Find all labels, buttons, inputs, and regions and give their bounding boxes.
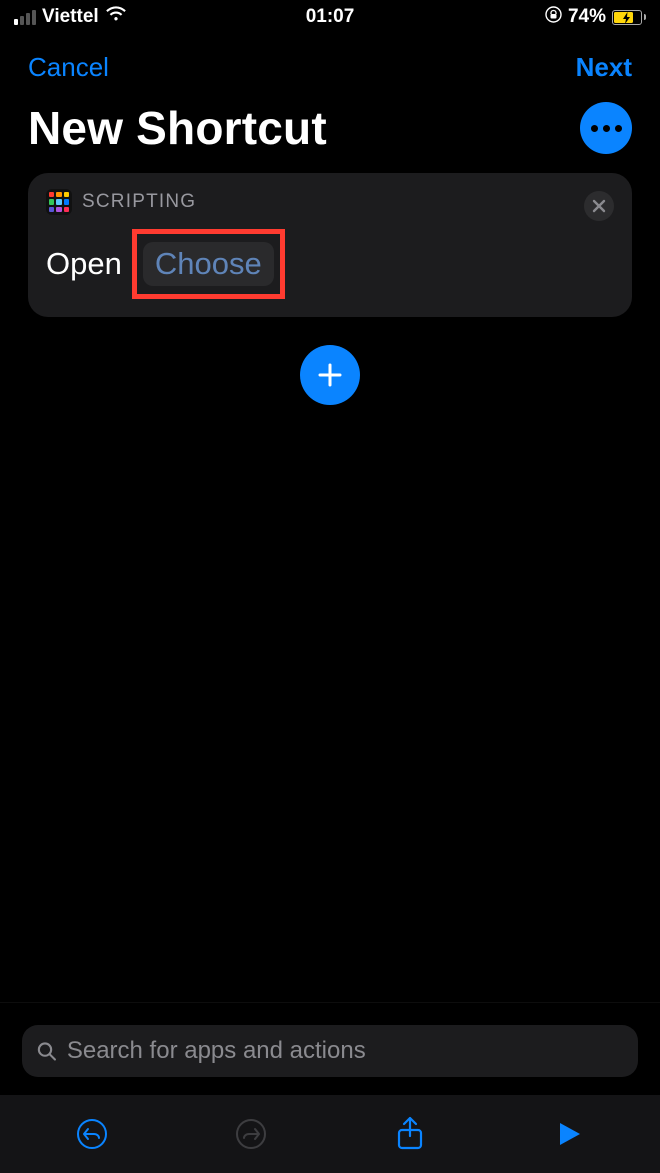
battery-percent: 74%: [568, 6, 606, 28]
cancel-button[interactable]: Cancel: [28, 52, 109, 83]
clock: 01:07: [306, 6, 355, 28]
action-category-label: SCRIPTING: [82, 191, 196, 213]
highlight-annotation: Choose: [132, 229, 285, 299]
status-left: Viettel: [14, 6, 127, 28]
page-title: New Shortcut: [28, 101, 327, 155]
title-row: New Shortcut: [0, 91, 660, 173]
search-input[interactable]: [67, 1037, 624, 1065]
share-button[interactable]: [385, 1109, 435, 1159]
action-verb: Open: [46, 246, 122, 282]
run-button[interactable]: [544, 1109, 594, 1159]
undo-button[interactable]: [67, 1109, 117, 1159]
choose-parameter-button[interactable]: Choose: [143, 242, 274, 286]
battery-icon: [612, 10, 646, 25]
search-field-wrap[interactable]: [22, 1025, 638, 1077]
share-icon: [395, 1116, 425, 1152]
undo-icon: [75, 1117, 109, 1151]
redo-button[interactable]: [226, 1109, 276, 1159]
status-right: 74%: [545, 6, 646, 29]
next-button[interactable]: Next: [576, 52, 632, 83]
add-action-button[interactable]: [300, 345, 360, 405]
bottom-toolbar: [0, 1095, 660, 1173]
status-bar: Viettel 01:07 74%: [0, 0, 660, 34]
close-icon: [592, 199, 606, 213]
nav-bar: Cancel Next: [0, 34, 660, 91]
orientation-lock-icon: [545, 6, 562, 29]
remove-action-button[interactable]: [584, 191, 614, 221]
carrier-label: Viettel: [42, 6, 99, 28]
search-strip: [0, 1002, 660, 1095]
ellipsis-icon: [591, 125, 622, 132]
plus-icon: [316, 361, 344, 389]
cellular-signal-icon: [14, 10, 36, 25]
more-options-button[interactable]: [580, 102, 632, 154]
search-icon: [36, 1040, 57, 1062]
redo-icon: [234, 1117, 268, 1151]
scripting-app-icon: [46, 189, 72, 215]
play-icon: [555, 1120, 583, 1148]
action-card: SCRIPTING Open Choose: [28, 173, 632, 317]
wifi-icon: [105, 6, 127, 28]
